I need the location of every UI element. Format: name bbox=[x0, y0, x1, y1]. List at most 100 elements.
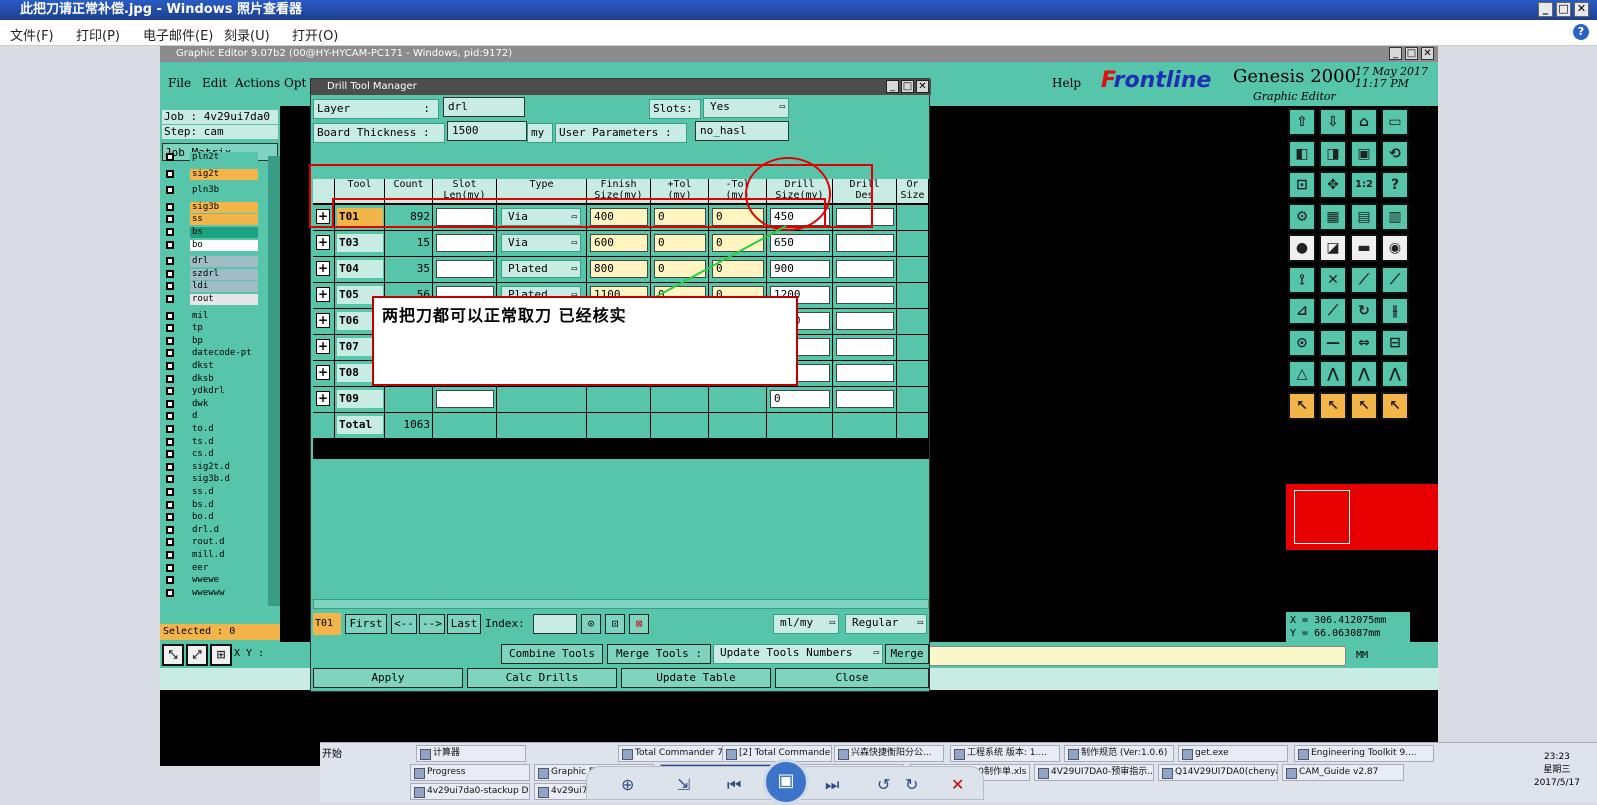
layer-checkbox[interactable] bbox=[166, 282, 174, 291]
layer-checkbox[interactable] bbox=[166, 588, 174, 597]
menu-file[interactable]: 文件(F) bbox=[10, 25, 54, 44]
slot-length-input[interactable] bbox=[436, 234, 494, 252]
last-button[interactable]: Last bbox=[447, 614, 481, 634]
tool-id[interactable]: T09 bbox=[337, 390, 383, 408]
user-parameters-input[interactable]: no_hasl bbox=[695, 121, 789, 141]
layer-row[interactable]: mil bbox=[164, 310, 258, 322]
expand-row-button[interactable]: + bbox=[316, 235, 330, 250]
ge-close-button[interactable]: ✕ bbox=[1421, 47, 1434, 60]
tool-id[interactable]: T04 bbox=[337, 260, 383, 278]
layer-checkbox[interactable] bbox=[166, 228, 174, 236]
delete-icon[interactable]: ⊠ bbox=[629, 614, 649, 634]
layer-row[interactable]: bs.d bbox=[164, 499, 258, 511]
combine-tools-button[interactable]: Combine Tools bbox=[501, 644, 603, 664]
layer-row[interactable]: bp bbox=[164, 335, 258, 347]
layer-checkbox[interactable] bbox=[166, 311, 174, 320]
ge-menu-file[interactable]: File bbox=[168, 76, 191, 90]
next-icon[interactable]: ⏭ bbox=[825, 775, 839, 795]
tool-id[interactable]: T03 bbox=[337, 234, 383, 252]
taskbar-item[interactable]: CAM_Guide v2.87 bbox=[1282, 764, 1404, 781]
refresh-icon[interactable]: ⊡ bbox=[605, 614, 625, 634]
zoom-icon[interactable]: ⊕ bbox=[621, 775, 634, 794]
layer-row[interactable]: sig3b bbox=[164, 201, 258, 213]
ruler-icon[interactable]: ▬ bbox=[1350, 234, 1378, 262]
layer-checkbox[interactable] bbox=[166, 215, 174, 224]
help-icon[interactable]: ? bbox=[1573, 24, 1589, 40]
drill-des-input[interactable] bbox=[836, 338, 894, 356]
layer-checkbox[interactable] bbox=[166, 437, 174, 446]
expand-row-button[interactable]: + bbox=[316, 365, 330, 380]
layer-checkbox[interactable] bbox=[166, 295, 174, 303]
settings-icon[interactable]: ⚙ bbox=[1288, 202, 1316, 231]
undo-icon[interactable]: ⟲ bbox=[1381, 139, 1409, 168]
fork-icon[interactable]: ⫲ bbox=[1381, 297, 1409, 325]
circle-icon[interactable]: ◉ bbox=[1381, 234, 1409, 262]
layer-checkbox[interactable] bbox=[166, 538, 174, 547]
connect-icon[interactable]: ⟟ bbox=[1288, 265, 1316, 294]
rotate-left-icon[interactable]: ↺ bbox=[877, 775, 890, 794]
measure-icon[interactable]: ⇔ bbox=[1350, 328, 1378, 357]
layer-checkbox[interactable] bbox=[166, 269, 174, 278]
move-down-icon[interactable]: ⇩ bbox=[1319, 108, 1347, 136]
scale-icon[interactable]: 1:2 bbox=[1350, 171, 1378, 199]
layer-checkbox[interactable] bbox=[166, 500, 174, 509]
merge-button[interactable]: Merge bbox=[885, 644, 929, 664]
taskbar-item[interactable]: 计算器 bbox=[416, 745, 526, 762]
layer-checkbox[interactable] bbox=[166, 525, 174, 534]
previous-icon[interactable]: ⏮ bbox=[727, 775, 741, 795]
layer-row[interactable]: wwewww bbox=[164, 587, 258, 599]
home-icon[interactable]: ⌂ bbox=[1350, 108, 1378, 136]
layer-row[interactable]: ss bbox=[164, 214, 258, 226]
expand-row-button[interactable]: + bbox=[316, 391, 330, 406]
layer-row[interactable]: ss.d bbox=[164, 487, 258, 498]
layer-row[interactable]: cs.d bbox=[164, 449, 258, 461]
menu-open[interactable]: 打开(O) bbox=[292, 25, 338, 44]
zoom-fit-icon[interactable]: ⤡ bbox=[162, 644, 184, 666]
layer-row[interactable]: sig2t.d bbox=[164, 461, 258, 473]
layer-checkbox[interactable] bbox=[166, 551, 174, 559]
layer-row[interactable]: to.d bbox=[164, 424, 258, 435]
layer-checkbox[interactable] bbox=[166, 257, 174, 266]
arc-icon[interactable]: ↻ bbox=[1350, 297, 1378, 325]
layer-checkbox[interactable] bbox=[166, 475, 174, 484]
dtm-close-button[interactable]: ✕ bbox=[916, 80, 929, 93]
menu-print[interactable]: 打印(P) bbox=[76, 25, 120, 44]
dtm-maximize-button[interactable]: □ bbox=[901, 80, 914, 93]
layer-row[interactable]: ydkdrl bbox=[164, 386, 258, 398]
maximize-button[interactable]: □ bbox=[1556, 2, 1571, 17]
expand-row-button[interactable]: + bbox=[316, 313, 330, 328]
layer-row[interactable]: wwewe bbox=[164, 575, 258, 587]
layer-checkbox[interactable] bbox=[166, 362, 174, 370]
grid-icon[interactable]: ▦ bbox=[1319, 202, 1347, 231]
drill-des-input[interactable] bbox=[836, 286, 894, 304]
layer-row[interactable]: bo bbox=[164, 239, 258, 251]
window-icon[interactable]: ▭ bbox=[1381, 108, 1409, 136]
layers-a-icon[interactable]: ▤ bbox=[1350, 202, 1378, 231]
taskbar-item[interactable]: 工程系统 版本: 1.... bbox=[950, 745, 1060, 762]
layer-value[interactable]: drl bbox=[443, 97, 525, 117]
layer-checkbox[interactable] bbox=[166, 450, 174, 459]
layer-row[interactable]: dksb bbox=[164, 373, 258, 385]
dot-icon[interactable]: ⊙ bbox=[1288, 328, 1316, 357]
layer-row[interactable]: eer bbox=[164, 562, 258, 574]
slideshow-icon[interactable]: ▣ bbox=[763, 759, 809, 805]
layer-checkbox[interactable] bbox=[166, 202, 174, 211]
first-button[interactable]: First bbox=[345, 614, 387, 634]
ge-maximize-button[interactable]: □ bbox=[1405, 47, 1418, 60]
taskbar-item[interactable]: 兴森快捷衡阳分公... bbox=[834, 745, 944, 762]
layer-checkbox[interactable] bbox=[166, 399, 174, 408]
hline-icon[interactable]: — bbox=[1319, 328, 1347, 357]
pointer-b-icon[interactable]: ↖ bbox=[1319, 391, 1347, 420]
layer-row[interactable]: szdrl bbox=[164, 268, 258, 280]
ge-menu-actions[interactable]: Actions bbox=[235, 76, 280, 90]
taskbar-item[interactable]: Progress bbox=[410, 764, 530, 781]
fit-icon[interactable]: ⇲ bbox=[677, 775, 690, 794]
cross-icon[interactable]: ✕ bbox=[1319, 265, 1347, 294]
ge-menu-options[interactable]: Opt bbox=[284, 76, 306, 90]
layer-row[interactable]: drl bbox=[164, 256, 258, 268]
update-tools-numbers-dropdown[interactable]: Update Tools Numbers bbox=[713, 644, 883, 664]
layer-checkbox[interactable] bbox=[166, 186, 174, 195]
move-icon[interactable]: ✥ bbox=[1319, 171, 1347, 199]
layer-checkbox[interactable] bbox=[166, 169, 174, 178]
pan-right-icon[interactable]: ◨ bbox=[1319, 139, 1347, 168]
